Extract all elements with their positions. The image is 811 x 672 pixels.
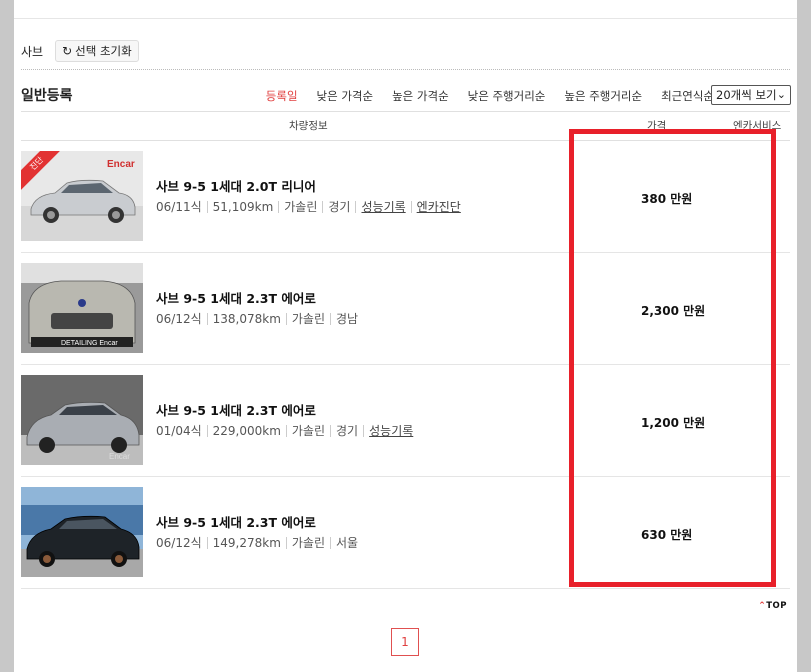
view-count-select[interactable]: 20개씩 보기 ⌄ bbox=[711, 85, 791, 105]
car-fuel: 가솔린 bbox=[291, 312, 326, 326]
car-meta: 06/12식 149,278km 가솔린 서울 bbox=[156, 534, 358, 551]
car-photo[interactable]: Encar 진단 bbox=[21, 151, 143, 241]
page: 사브 ↻ 선택 초기화 일반등록 등록일 낮은 가격순 높은 가격순 낮은 주행… bbox=[14, 0, 797, 672]
view-count-value: 20개씩 보기 bbox=[716, 88, 777, 102]
car-mileage: 149,278km bbox=[212, 535, 281, 550]
sort-tab-recent-year[interactable]: 최근연식순 bbox=[661, 88, 714, 104]
sort-tab-low-price[interactable]: 낮은 가격순 bbox=[317, 88, 374, 104]
divider bbox=[21, 69, 790, 70]
car-fuel: 가솔린 bbox=[284, 200, 318, 214]
car-title[interactable]: 사브 9-5 1세대 2.0T 리니어 bbox=[156, 176, 316, 195]
photo-watermark: Encar bbox=[107, 159, 135, 170]
car-title[interactable]: 사브 9-5 1세대 2.3T 에어로 bbox=[156, 400, 316, 419]
car-meta: 06/11식 51,109km 가솔린 경기 성능기록 엔카진단 bbox=[156, 198, 461, 215]
car-year: 06/11식 bbox=[156, 200, 202, 214]
listing-row[interactable]: DETAILING Encar 사브 9-5 1세대 2.3T 에어로 06/1… bbox=[21, 252, 790, 365]
car-mileage: 229,000km bbox=[212, 423, 281, 438]
reset-filter-label: 선택 초기화 bbox=[75, 44, 132, 58]
sort-tab-high-price[interactable]: 높은 가격순 bbox=[392, 88, 449, 104]
column-info: 차량정보 bbox=[289, 120, 328, 132]
sort-tabs: 등록일 낮은 가격순 높은 가격순 낮은 주행거리순 높은 주행거리순 최근연식… bbox=[247, 88, 714, 104]
car-meta: 01/04식 229,000km 가솔린 경기 성능기록 bbox=[156, 422, 413, 439]
listing-row[interactable]: 사브 9-5 1세대 2.3T 에어로 06/12식 149,278km 가솔린… bbox=[21, 476, 790, 589]
car-photo[interactable]: DETAILING Encar bbox=[21, 263, 143, 353]
refresh-icon: ↻ bbox=[62, 44, 73, 58]
column-price: 가격 bbox=[647, 120, 667, 132]
filter-brand-label: 사브 bbox=[21, 44, 44, 59]
performance-record-link[interactable]: 성능기록 bbox=[361, 198, 405, 215]
sort-tab-low-mileage[interactable]: 낮은 주행거리순 bbox=[468, 88, 546, 104]
car-region: 경남 bbox=[336, 312, 359, 326]
car-photo[interactable]: Encar bbox=[21, 375, 143, 465]
car-year: 01/04식 bbox=[156, 424, 202, 438]
car-mileage: 138,078km bbox=[212, 311, 281, 326]
car-price: 380 만원 bbox=[641, 192, 693, 206]
car-region: 경기 bbox=[336, 424, 359, 438]
scroll-top-label: TOP bbox=[766, 601, 787, 611]
performance-record-link[interactable]: 성능기록 bbox=[369, 422, 413, 439]
section-title: 일반등록 bbox=[21, 88, 73, 104]
car-fuel: 가솔린 bbox=[291, 424, 326, 438]
column-service: 엔카서비스 bbox=[733, 120, 782, 132]
car-title[interactable]: 사브 9-5 1세대 2.3T 에어로 bbox=[156, 512, 316, 531]
page-number-button[interactable]: 1 bbox=[391, 628, 419, 656]
car-fuel: 가솔린 bbox=[291, 536, 326, 550]
car-mileage: 51,109km bbox=[212, 199, 274, 214]
car-region: 경기 bbox=[328, 200, 351, 214]
car-price: 630 만원 bbox=[641, 528, 693, 542]
filter-row: 사브 ↻ 선택 초기화 bbox=[21, 40, 139, 62]
chevron-down-icon: ⌄ bbox=[776, 88, 786, 101]
photo-watermark: DETAILING Encar bbox=[61, 340, 118, 347]
car-year: 06/12식 bbox=[156, 312, 202, 326]
listing-row[interactable]: Encar 사브 9-5 1세대 2.3T 에어로 01/04식 229,000… bbox=[21, 364, 790, 477]
reset-filter-button[interactable]: ↻ 선택 초기화 bbox=[55, 40, 139, 62]
photo-watermark: Encar bbox=[109, 452, 130, 461]
car-meta: 06/12식 138,078km 가솔린 경남 bbox=[156, 310, 358, 327]
scroll-top-link[interactable]: ⌃TOP bbox=[758, 601, 787, 611]
sort-tab-registered[interactable]: 등록일 bbox=[266, 88, 298, 104]
sort-tab-high-mileage[interactable]: 높은 주행거리순 bbox=[564, 88, 642, 104]
car-year: 06/12식 bbox=[156, 536, 202, 550]
car-title[interactable]: 사브 9-5 1세대 2.3T 에어로 bbox=[156, 288, 316, 307]
car-price: 1,200 만원 bbox=[641, 416, 706, 430]
car-photo[interactable] bbox=[21, 487, 143, 577]
car-price: 2,300 만원 bbox=[641, 304, 706, 318]
encar-diagnosis-link[interactable]: 엔카진단 bbox=[417, 198, 461, 215]
table-header: 차량정보 가격 엔카서비스 bbox=[21, 111, 790, 141]
top-strip bbox=[14, 0, 797, 19]
listing-row[interactable]: Encar 진단 사브 9-5 1세대 2.0T 리니어 06/11식 51,1… bbox=[21, 140, 790, 253]
car-region: 서울 bbox=[336, 536, 359, 550]
